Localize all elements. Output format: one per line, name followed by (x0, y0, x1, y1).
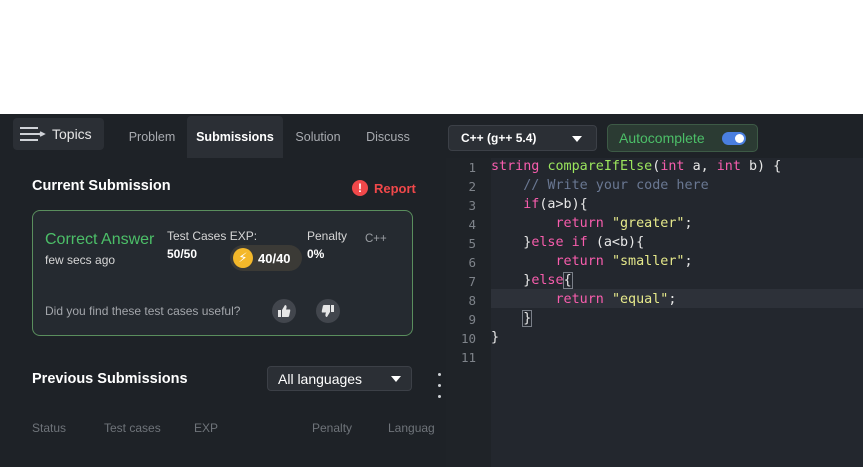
line-number: 5 (468, 236, 476, 251)
column-exp: EXP (194, 421, 219, 435)
thumbs-down-icon (321, 305, 334, 317)
column-language: Language (388, 421, 434, 435)
test-cases-label: Test Cases EXP: (167, 229, 258, 243)
line-number: 6 (468, 255, 476, 270)
code-line[interactable]: return "smaller"; (491, 254, 693, 269)
compiler-select[interactable]: C++ (g++ 5.4) (448, 125, 597, 151)
code-line[interactable]: string compareIfElse(int a, int b) { (491, 159, 781, 174)
exp-badge: ⚡ 40/40 (230, 245, 302, 271)
menu-icon (20, 127, 46, 141)
thumbs-up-icon (278, 305, 291, 317)
language-filter-value: All languages (278, 370, 363, 387)
tab-discuss[interactable]: Discuss (356, 116, 420, 158)
code-line[interactable]: return "equal"; (491, 292, 677, 307)
submission-language: C++ (365, 233, 387, 245)
penalty-value: 0% (307, 247, 325, 261)
line-number: 3 (468, 198, 476, 213)
line-number: 9 (468, 312, 476, 327)
code-line[interactable]: }else if (a<b){ (491, 235, 644, 250)
app-root: Topics Problem Submissions Solution Disc… (0, 114, 863, 467)
compiler-value: C++ (g++ 5.4) (461, 131, 537, 145)
autocomplete-label: Autocomplete (619, 130, 705, 146)
code-line[interactable]: return "greater"; (491, 216, 693, 231)
language-filter-select[interactable]: All languages (267, 366, 412, 391)
feedback-question: Did you find these test cases useful? (45, 304, 241, 318)
kebab-menu-icon[interactable] (438, 373, 442, 406)
toggle-switch[interactable] (722, 132, 746, 145)
column-test-cases: Test cases (104, 421, 161, 435)
submission-time: few secs ago (45, 253, 116, 267)
line-number: 11 (460, 350, 476, 365)
exp-label: EXP: (229, 229, 258, 243)
topics-label: Topics (52, 126, 92, 142)
previous-submissions-title: Previous Submissions (32, 371, 188, 387)
line-number: 8 (468, 293, 476, 308)
report-button[interactable]: ! Report (352, 180, 416, 196)
test-cases-value: 50/50 (167, 247, 198, 261)
line-number: 1 (468, 160, 476, 175)
lightning-icon: ⚡ (233, 248, 253, 268)
chevron-down-icon (572, 136, 582, 142)
thumbs-down-button[interactable] (316, 299, 340, 323)
tab-solution[interactable]: Solution (286, 116, 350, 158)
report-label: Report (374, 180, 416, 196)
editor-toolbar: C++ (g++ 5.4) Autocomplete (446, 114, 863, 158)
line-number: 10 (460, 331, 476, 346)
tab-submissions[interactable]: Submissions (187, 116, 283, 158)
line-number: 7 (468, 274, 476, 289)
current-submission-card: Correct Answer few secs ago Test Cases E… (32, 210, 413, 336)
topics-button[interactable]: Topics (13, 118, 104, 150)
autocomplete-toggle[interactable]: Autocomplete (607, 124, 758, 152)
code-line[interactable]: // Write your code here (491, 178, 708, 193)
code-editor-panel: C++ (g++ 5.4) Autocomplete 1 2 3 4 5 6 7… (446, 114, 863, 467)
code-line[interactable]: if(a>b){ (491, 197, 588, 212)
verdict-text: Correct Answer (45, 231, 155, 248)
thumbs-up-button[interactable] (272, 299, 296, 323)
tab-problem[interactable]: Problem (118, 116, 186, 158)
column-status: Status (32, 421, 67, 435)
alert-icon: ! (352, 180, 368, 196)
line-number: 2 (468, 179, 476, 194)
column-penalty: Penalty (312, 421, 353, 435)
chevron-down-icon (391, 376, 401, 382)
exp-value: 40/40 (258, 250, 291, 266)
submissions-panel: Topics Problem Submissions Solution Disc… (0, 114, 446, 467)
line-number-gutter: 1 2 3 4 5 6 7 8 9 10 11 (446, 158, 491, 467)
penalty-label: Penalty (307, 229, 348, 243)
current-submission-title: Current Submission (32, 178, 171, 194)
line-number: 4 (468, 217, 476, 232)
code-line[interactable]: }else{ (491, 272, 573, 289)
code-line[interactable]: } (491, 310, 533, 327)
code-line[interactable]: } (491, 330, 499, 345)
